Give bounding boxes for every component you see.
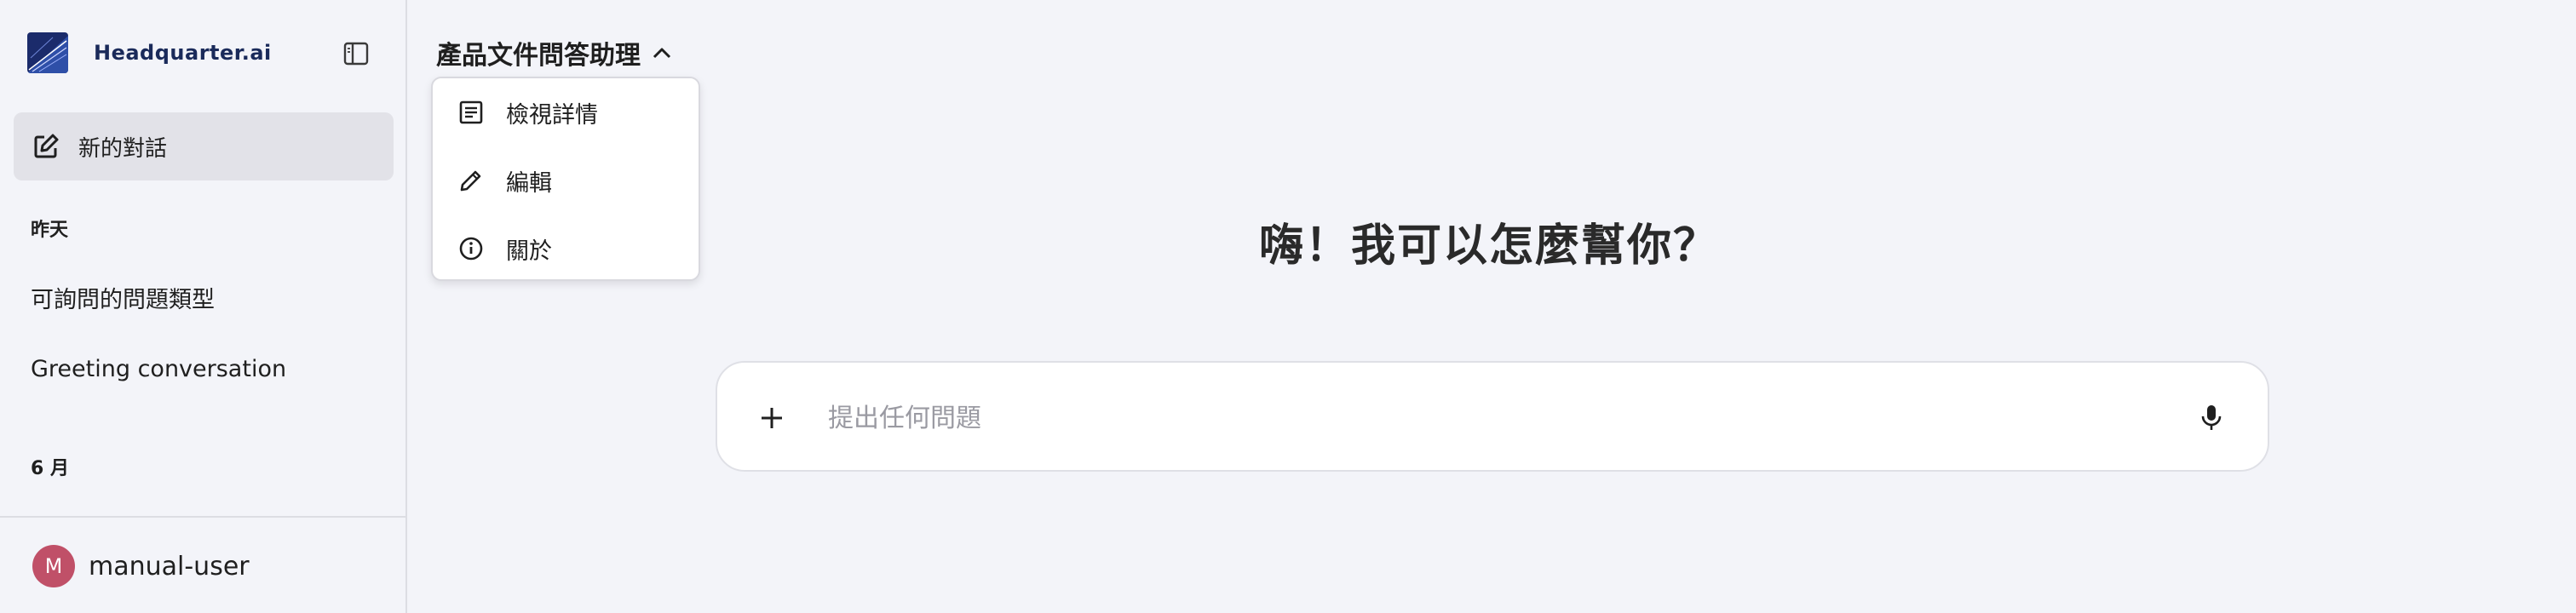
sidebar: Headquarter.ai 新的對話 昨天 可詢問的問題類型 Greeting… <box>0 0 407 613</box>
message-composer <box>716 361 2269 472</box>
message-input[interactable] <box>826 388 2087 448</box>
section-title-yesterday: 昨天 <box>31 220 69 241</box>
sidebar-footer: M manual-user <box>0 516 405 613</box>
brand-name: Headquarter.ai <box>94 41 272 65</box>
new-chat-button[interactable]: 新的對話 <box>14 112 394 180</box>
new-chat-label: 新的對話 <box>78 135 168 162</box>
menu-item-edit[interactable]: 編輯 <box>433 146 699 215</box>
greeting-heading: 嗨！我可以怎麼幫你？ <box>1258 221 1719 272</box>
assistant-selector[interactable]: 產品文件問答助理 <box>436 34 671 72</box>
history-item[interactable]: Greeting conversation <box>31 356 286 382</box>
info-icon <box>459 237 483 261</box>
section-title-june: 6 月 <box>31 458 69 479</box>
menu-item-label: 關於 <box>506 238 552 265</box>
user-name: manual-user <box>89 551 250 581</box>
avatar: M <box>32 545 75 587</box>
sidebar-toggle-icon <box>343 42 369 66</box>
history-item[interactable]: 可詢問的問題類型 <box>31 281 215 314</box>
menu-item-view-details[interactable]: 檢視詳情 <box>433 78 699 146</box>
sidebar-toggle-button[interactable] <box>337 37 375 70</box>
menu-item-about[interactable]: 關於 <box>433 215 699 283</box>
add-attachment-button[interactable] <box>750 396 794 440</box>
brand[interactable]: Headquarter.ai <box>27 32 272 73</box>
article-icon <box>459 100 483 124</box>
menu-item-label: 編輯 <box>506 169 552 197</box>
edit-square-icon <box>34 134 59 158</box>
pencil-icon <box>460 170 481 192</box>
chevron-up-icon <box>653 48 671 59</box>
plus-icon <box>762 408 782 428</box>
assistant-title: 產品文件問答助理 <box>436 41 641 71</box>
voice-input-button[interactable] <box>2191 398 2232 438</box>
menu-item-label: 檢視詳情 <box>506 101 598 129</box>
headquarter-logo-icon <box>27 32 68 73</box>
assistant-dropdown-menu: 檢視詳情 編輯 關於 <box>431 77 700 281</box>
user-menu[interactable]: M manual-user <box>32 545 250 587</box>
microphone-icon <box>2201 405 2222 430</box>
